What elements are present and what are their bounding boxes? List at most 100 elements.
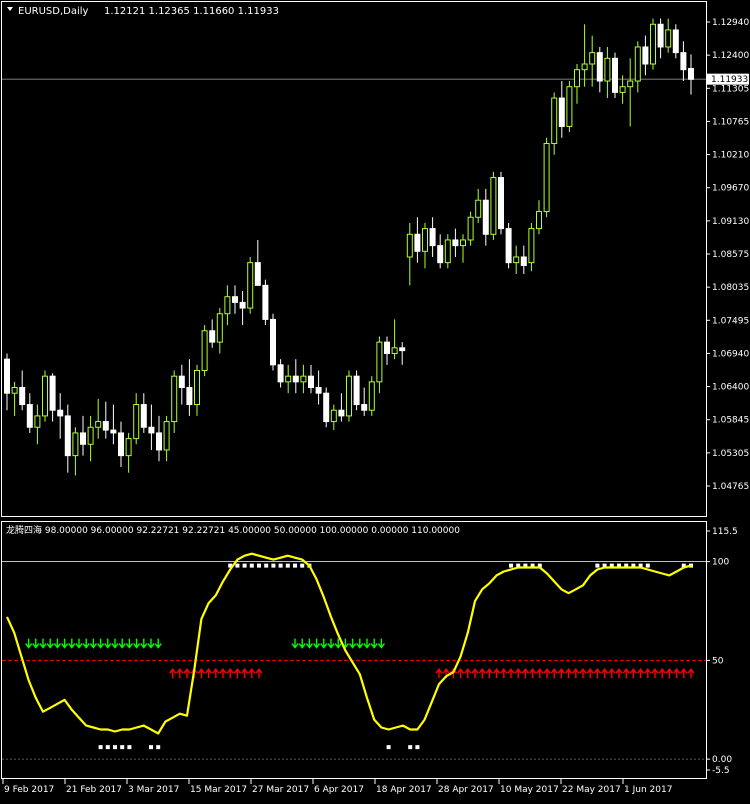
candle-bull	[376, 341, 383, 383]
candle-bear	[353, 375, 360, 406]
candle-bull	[346, 375, 352, 417]
price-tick-label: 1.06400	[712, 383, 749, 393]
symbol-timeframe-label: EURUSD,Daily	[18, 6, 89, 17]
candle-bull	[513, 256, 520, 264]
date-tick-label: 15 Mar 2017	[190, 785, 247, 795]
current-price-tag-text: 1.11933	[711, 75, 748, 85]
indicator-tick-label: 0.00	[712, 755, 732, 765]
price-tick-label: 1.07495	[712, 316, 749, 326]
candle-bull	[163, 421, 170, 451]
overbought-dot	[595, 563, 600, 568]
indicator-tick-label: -5.5	[712, 766, 730, 776]
candle-bear	[429, 228, 436, 247]
price-tick-label: 1.06940	[712, 349, 749, 359]
candle-bull	[391, 347, 398, 354]
overbought-dot	[257, 563, 261, 568]
candle-bull	[665, 29, 672, 48]
candle-bear	[148, 426, 155, 434]
candle-bear	[64, 415, 71, 457]
candle-bear	[657, 23, 664, 48]
date-tick-label: 21 Feb 2017	[66, 785, 122, 795]
candle-bear	[520, 256, 527, 266]
oversold-dot	[120, 745, 125, 750]
oversold-dot	[415, 745, 420, 750]
candle-bear	[338, 409, 345, 417]
candle-bull	[536, 211, 542, 230]
candle-bear	[384, 341, 390, 354]
candle-bear	[156, 432, 162, 451]
price-tick-label: 1.08575	[712, 250, 749, 260]
candle-bear	[140, 404, 147, 428]
candle-bear	[232, 296, 238, 303]
chart-svg[interactable]: EURUSD,Daily 1.12121 1.12365 1.11660 1.1…	[0, 0, 750, 800]
candle-bull	[551, 97, 558, 144]
date-tick-label: 3 Mar 2017	[128, 785, 179, 795]
date-tick-label: 28 Apr 2017	[438, 785, 494, 795]
candle-bull	[300, 375, 307, 383]
candle-bear	[178, 375, 185, 389]
price-tick-label: 1.10765	[712, 117, 749, 127]
indicator-tick-label: 50	[712, 656, 724, 666]
candle-bear	[399, 347, 406, 352]
candle-bear	[323, 392, 330, 423]
candle-bull	[87, 426, 94, 445]
indicator-tick-label: 100	[712, 558, 729, 568]
candle-bear	[26, 404, 33, 428]
candle-bull	[528, 228, 535, 264]
candle-bull	[216, 313, 223, 343]
candle-bear	[239, 301, 246, 309]
date-tick-label: 22 May 2017	[562, 785, 621, 795]
overbought-dot	[300, 563, 305, 568]
candle-bull	[574, 69, 580, 88]
candle-bull	[422, 228, 428, 252]
candle-bull	[11, 387, 18, 394]
oversold-dot	[156, 745, 161, 750]
candle-bull	[34, 415, 41, 428]
oversold-dot	[127, 745, 132, 750]
overbought-dot	[285, 563, 290, 568]
candle-bear	[4, 358, 10, 394]
candle-bull	[42, 375, 48, 417]
oversold-dot	[105, 745, 110, 750]
candle-bear	[596, 52, 603, 82]
candle-bull	[247, 262, 254, 309]
candle-bull	[627, 80, 634, 88]
candle-bull	[604, 57, 611, 82]
candle-bull	[566, 86, 573, 127]
candle-bull	[171, 375, 178, 423]
candle-bear	[19, 387, 26, 406]
date-tick-label: 18 Apr 2017	[376, 785, 432, 795]
oversold-dot	[113, 745, 117, 750]
price-tick-label: 1.04765	[712, 482, 749, 492]
candle-bull	[201, 330, 208, 371]
price-axis: 1.12940 1.12400 1.11305 1.10765 1.10210 1.096…	[706, 18, 749, 492]
candle-bear	[498, 177, 504, 230]
overbought-dot	[293, 563, 297, 568]
date-tick-label: 27 Mar 2017	[252, 785, 309, 795]
candle-bear	[414, 233, 421, 252]
price-tick-label: 1.09130	[712, 217, 749, 227]
oversold-dot	[408, 745, 413, 750]
candle-bull	[72, 432, 79, 457]
candle-bear	[361, 404, 368, 411]
candle-bear	[308, 375, 314, 389]
candle-bull	[634, 46, 641, 82]
candle-bull	[285, 375, 292, 383]
chart-window[interactable]: EURUSD,Daily 1.12121 1.12365 1.11660 1.1…	[0, 0, 750, 800]
price-tick-label: 1.12940	[712, 18, 749, 28]
date-tick-label: 9 Feb 2017	[4, 785, 54, 795]
candle-bear	[254, 262, 261, 286]
overbought-dot	[249, 563, 254, 568]
candle-bear	[80, 432, 86, 445]
candle-bear	[452, 239, 459, 247]
candle-bear	[209, 330, 216, 343]
candle-bull	[460, 239, 466, 247]
oversold-dot	[149, 745, 153, 750]
overbought-dot	[645, 563, 650, 568]
price-tick-label: 1.05305	[712, 449, 749, 459]
candle-bull	[330, 409, 337, 423]
ohlc-values: 1.12121 1.12365 1.11660 1.11933	[104, 6, 279, 17]
candle-bear	[277, 364, 284, 383]
candle-bull	[543, 142, 550, 213]
candle-bear	[315, 387, 322, 394]
